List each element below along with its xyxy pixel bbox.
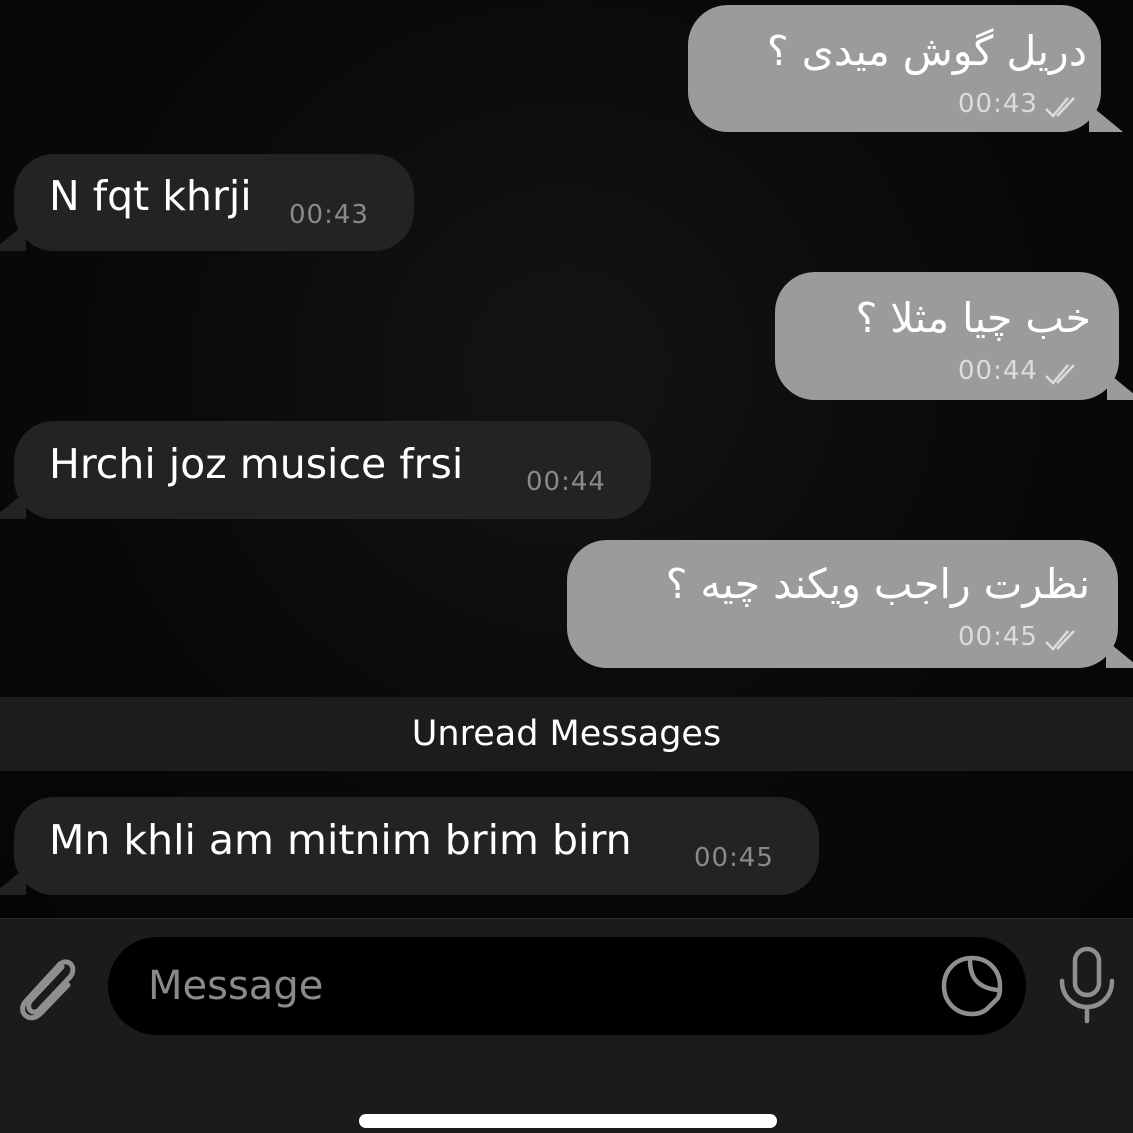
sticker-icon[interactable] bbox=[940, 954, 1004, 1018]
read-checkmarks-icon bbox=[1045, 630, 1075, 651]
home-indicator[interactable] bbox=[359, 1114, 777, 1128]
outgoing-message-bubble[interactable]: دریل گوش میدی ؟ 00:43 bbox=[688, 5, 1123, 132]
message-time: 00:44 bbox=[958, 356, 1038, 386]
message-time: 00:43 bbox=[289, 200, 369, 230]
incoming-message-bubble[interactable]: Mn khli am mitnim brim birn 00:45 bbox=[0, 797, 819, 895]
outgoing-message-bubble[interactable]: خب چیا مثلا ؟ 00:44 bbox=[775, 272, 1133, 400]
incoming-message-bubble[interactable]: N fqt khrji 00:43 bbox=[0, 154, 414, 251]
message-time: 00:45 bbox=[958, 622, 1038, 652]
bubble-tail bbox=[1089, 104, 1123, 132]
bubble-tail bbox=[1106, 640, 1133, 668]
message-text: Mn khli am mitnim brim birn bbox=[49, 816, 632, 864]
message-list[interactable]: دریل گوش میدی ؟ 00:43 N fqt khrji 00:43 … bbox=[0, 0, 1133, 918]
bubble-tail bbox=[1107, 372, 1133, 400]
message-text: N fqt khrji bbox=[49, 172, 252, 220]
message-input-placeholder: Message bbox=[148, 963, 324, 1009]
incoming-message-bubble[interactable]: Hrchi joz musice frsi 00:44 bbox=[0, 421, 651, 519]
bubble-tail bbox=[0, 491, 26, 519]
message-text: دریل گوش میدی ؟ bbox=[766, 27, 1087, 75]
microphone-icon[interactable] bbox=[1054, 945, 1120, 1025]
message-time: 00:45 bbox=[694, 843, 774, 873]
message-time: 00:43 bbox=[958, 89, 1038, 119]
message-text: نظرت راجب ویکند چیه ؟ bbox=[665, 560, 1090, 608]
message-input[interactable]: Message bbox=[108, 937, 1026, 1035]
bubble-tail bbox=[0, 867, 26, 895]
chat-screen: دریل گوش میدی ؟ 00:43 N fqt khrji 00:43 … bbox=[0, 0, 1133, 1133]
unread-messages-divider: Unread Messages bbox=[0, 697, 1133, 771]
message-text: خب چیا مثلا ؟ bbox=[855, 294, 1091, 342]
message-time: 00:44 bbox=[526, 467, 606, 497]
read-checkmarks-icon bbox=[1045, 97, 1075, 118]
outgoing-message-bubble[interactable]: نظرت راجب ویکند چیه ؟ 00:45 bbox=[567, 540, 1133, 668]
read-checkmarks-icon bbox=[1045, 364, 1075, 385]
message-text: Hrchi joz musice frsi bbox=[49, 440, 464, 488]
unread-messages-label: Unread Messages bbox=[411, 714, 722, 754]
paperclip-icon[interactable] bbox=[10, 945, 82, 1023]
bubble-tail bbox=[0, 223, 26, 251]
